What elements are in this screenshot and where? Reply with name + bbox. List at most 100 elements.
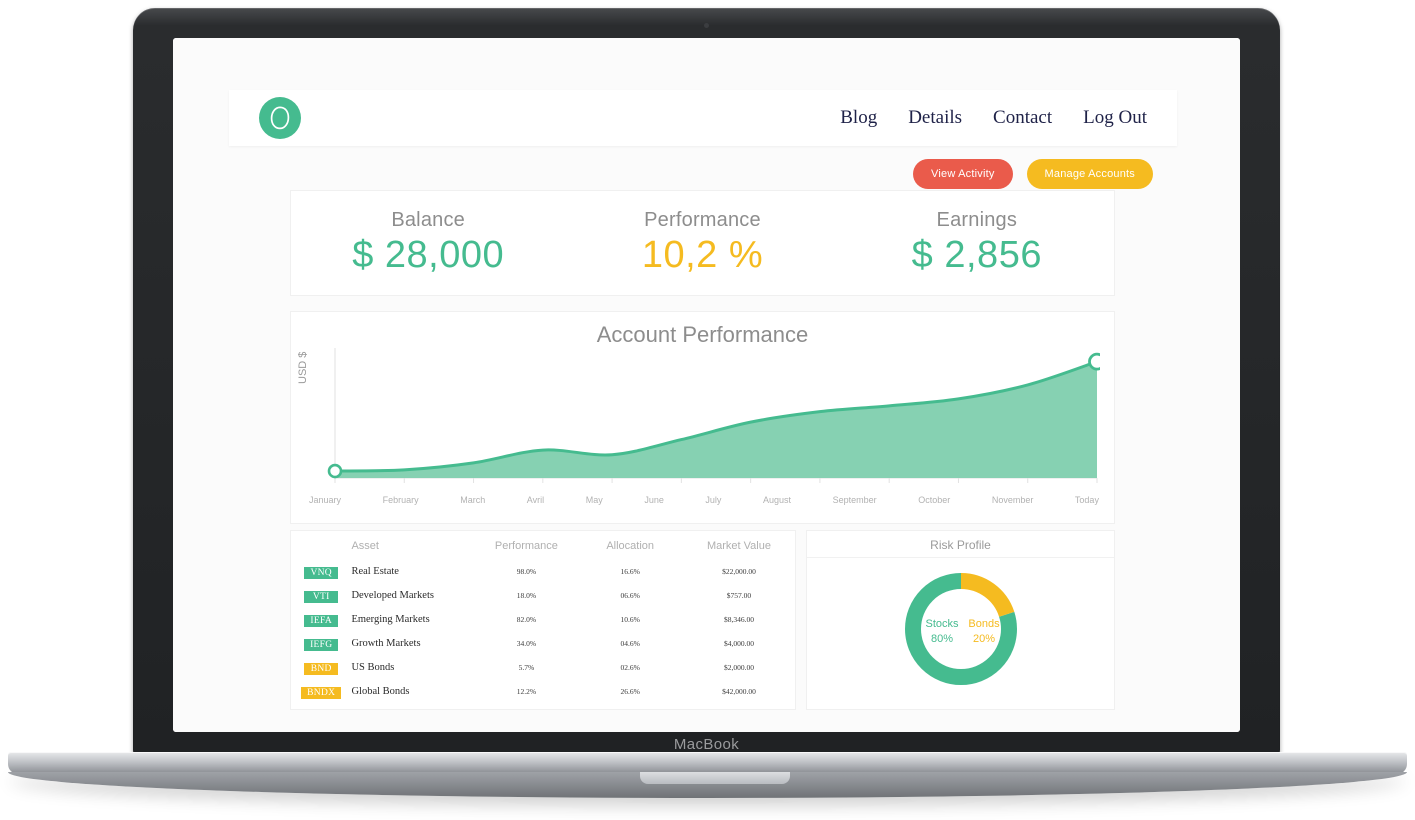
- market-value-cell: $42,000.00: [722, 686, 756, 696]
- x-axis-tick: August: [763, 495, 792, 505]
- ticker-badge[interactable]: BNDX: [301, 687, 342, 699]
- laptop-base-slab: [8, 752, 1407, 774]
- chart-end-marker[interactable]: [1088, 352, 1101, 371]
- ticker-cell: IEFG: [291, 631, 351, 655]
- asset-name-cell: Real Estate: [351, 565, 399, 577]
- ticker-cell: VTI: [291, 583, 351, 607]
- x-axis-tick: Avril: [526, 495, 545, 505]
- x-axis-tick: Today: [1074, 495, 1099, 505]
- ticker-badge[interactable]: VTI: [304, 591, 339, 603]
- ticker-badge[interactable]: IEFA: [304, 615, 339, 627]
- risk-profile-title: Risk Profile: [930, 538, 991, 552]
- allocation-cell: 04.6%: [620, 638, 640, 648]
- col-header-performance: Performance: [494, 540, 558, 552]
- x-axis-tick: September: [832, 495, 877, 505]
- ticker-cell: VNQ: [291, 559, 351, 583]
- nav-link-contact[interactable]: Contact: [993, 107, 1052, 129]
- performance-cell: 98.0%: [516, 566, 537, 576]
- laptop-screen: Blog Details Contact Log Out View Activi…: [173, 38, 1240, 732]
- ticker-badge[interactable]: BND: [304, 663, 339, 675]
- holdings-table: Asset Performance Allocation Market Valu…: [291, 531, 795, 703]
- performance-cell: 18.0%: [516, 590, 537, 600]
- x-axis-tick: May: [585, 495, 603, 505]
- stat-performance: Performance 10,2 %: [565, 191, 839, 295]
- ticker-cell: BNDX: [291, 679, 351, 703]
- allocation-cell: 06.6%: [620, 590, 640, 600]
- asset-name-cell: Developed Markets: [351, 589, 434, 601]
- allocation-cell: 10.6%: [620, 614, 640, 624]
- col-header-allocation: Allocation: [606, 540, 655, 552]
- market-value-cell: $22,000.00: [722, 566, 756, 576]
- view-activity-button[interactable]: View Activity: [913, 159, 1013, 189]
- divider: [807, 557, 1114, 558]
- manage-accounts-button[interactable]: Manage Accounts: [1026, 159, 1153, 189]
- stat-value-balance: $ 28,000: [352, 234, 505, 276]
- col-header-market-value: Market Value: [706, 540, 771, 552]
- x-axis-tick: November: [991, 495, 1034, 505]
- risk-profile-card: Risk Profile Stocks 80% Bonds 20%: [806, 530, 1115, 710]
- navbar: Blog Details Contact Log Out: [229, 90, 1177, 146]
- table-row[interactable]: IEFA Emerging Markets 82.0% 10.6% $8,346.00: [291, 607, 795, 631]
- stat-label-performance: Performance: [644, 209, 761, 231]
- donut-label-stocks: Stocks: [925, 618, 959, 630]
- x-axis-tick: October: [918, 495, 951, 505]
- market-value-cell: $2,000.00: [723, 662, 754, 672]
- ticker-cell: IEFA: [291, 607, 351, 631]
- nav-links: Blog Details Contact Log Out: [840, 107, 1147, 129]
- market-value-cell: $757.00: [726, 590, 752, 600]
- ticker-cell: BND: [291, 655, 351, 679]
- allocation-cell: 26.6%: [620, 686, 640, 696]
- performance-cell: 5.7%: [518, 662, 535, 672]
- stat-value-earnings: $ 2,856: [911, 234, 1042, 276]
- performance-cell: 34.0%: [516, 638, 537, 648]
- dashboard-page: Blog Details Contact Log Out View Activi…: [173, 38, 1240, 732]
- allocation-cell: 02.6%: [620, 662, 640, 672]
- allocation-cell: 16.6%: [620, 566, 640, 576]
- webcam-icon: [704, 23, 709, 28]
- table-row[interactable]: VNQ Real Estate 98.0% 16.6% $22,000.00: [291, 559, 795, 583]
- holdings-header-row: Asset Performance Allocation Market Valu…: [291, 531, 795, 559]
- market-value-cell: $4,000.00: [723, 638, 754, 648]
- stat-label-earnings: Earnings: [936, 209, 1018, 231]
- action-button-row: View Activity Manage Accounts: [229, 153, 1177, 195]
- holdings-table-head: Asset Performance Allocation Market Valu…: [291, 531, 795, 559]
- x-axis-tick: March: [460, 495, 486, 505]
- asset-name-cell: Growth Markets: [351, 637, 421, 649]
- stats-summary-card: Balance $ 28,000 Performance 10,2 % Earn…: [290, 190, 1115, 296]
- stat-earnings: Earnings $ 2,856: [840, 191, 1114, 295]
- laptop-base-notch: [640, 772, 790, 784]
- leaf-logo-icon[interactable]: [259, 97, 301, 139]
- stat-value-performance: 10,2 %: [641, 234, 764, 276]
- table-row[interactable]: IEFG Growth Markets 34.0% 04.6% $4,000.00: [291, 631, 795, 655]
- donut-label-bonds: Bonds: [968, 618, 1000, 630]
- asset-name-cell: US Bonds: [351, 661, 395, 673]
- performance-cell: 82.0%: [516, 614, 537, 624]
- laptop-base: [8, 752, 1407, 808]
- nav-link-details[interactable]: Details: [908, 107, 962, 129]
- performance-cell: 12.2%: [516, 686, 537, 696]
- stat-balance: Balance $ 28,000: [291, 191, 565, 295]
- asset-name-cell: Emerging Markets: [351, 613, 430, 625]
- nav-link-blog[interactable]: Blog: [840, 107, 877, 129]
- donut-value-stocks: 80%: [930, 633, 952, 645]
- risk-profile-donut-chart[interactable]: Stocks 80% Bonds 20%: [896, 561, 1026, 703]
- holdings-table-body: VNQ Real Estate 98.0% 16.6% $22,000.00 VTI Dev…: [291, 559, 795, 703]
- account-performance-chart[interactable]: [307, 344, 1100, 496]
- x-axis-tick: June: [644, 495, 664, 505]
- ticker-badge[interactable]: VNQ: [304, 567, 339, 579]
- table-row[interactable]: BNDX Global Bonds 12.2% 26.6% $42,000.00: [291, 679, 795, 703]
- chart-start-marker[interactable]: [327, 463, 343, 479]
- table-row[interactable]: BND US Bonds 5.7% 02.6% $2,000.00: [291, 655, 795, 679]
- table-row[interactable]: VTI Developed Markets 18.0% 06.6% $757.00: [291, 583, 795, 607]
- laptop-mockup: Blog Details Contact Log Out View Activi…: [133, 8, 1280, 760]
- nav-link-log-out[interactable]: Log Out: [1083, 107, 1147, 129]
- col-header-asset: Asset: [351, 540, 379, 552]
- x-axis-tick: February: [382, 495, 419, 505]
- asset-name-cell: Global Bonds: [351, 685, 410, 697]
- stat-label-balance: Balance: [391, 209, 465, 231]
- laptop-brand-label: MacBook: [673, 736, 740, 753]
- x-axis-tick: July: [705, 495, 722, 505]
- col-header-ticker: [291, 531, 351, 559]
- ticker-badge[interactable]: IEFG: [304, 639, 339, 651]
- account-performance-card: Account Performance USD $ January Februar…: [290, 311, 1115, 524]
